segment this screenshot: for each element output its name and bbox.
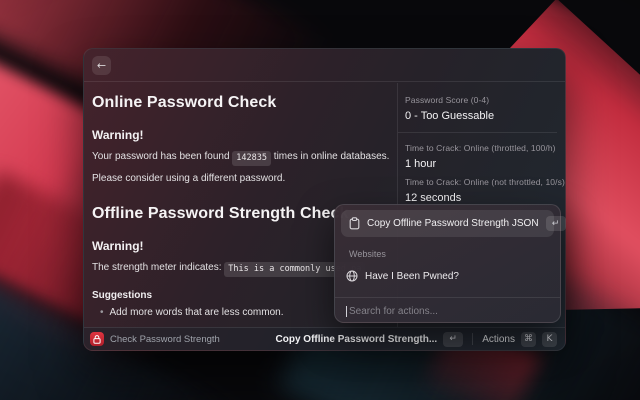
meter-prefix: The strength meter indicates: [92,262,222,273]
found-suffix: times in online databases. [274,151,390,162]
footer-divider [472,333,473,345]
online-warning-heading: Warning! [92,128,397,142]
footer-bar: Check Password Strength Copy Offline Pas… [84,327,565,350]
return-key-badge: ↵ [546,216,566,231]
metadata-label: Time to Crack: Online (not throttled, 10… [405,177,557,187]
clipboard-icon [349,217,360,230]
cmd-key-badge: ⌘ [521,332,536,347]
found-prefix: Your password has been found [92,151,230,162]
actions-button[interactable]: Actions [482,334,515,345]
online-found-line: Your password has been found 142835 time… [92,151,397,166]
metadata-value: 1 hour [405,158,557,170]
metadata-divider [398,132,557,133]
globe-icon [346,270,358,282]
action-item-label: Have I Been Pwned? [365,271,459,282]
online-check-heading: Online Password Check [92,94,397,112]
action-item-label: Copy Offline Password Strength JSON [367,218,539,229]
metadata-value: 12 seconds [405,192,557,204]
metadata-label: Time to Crack: Online (throttled, 100/h) [405,143,557,153]
bullet-dot: • [100,307,104,319]
text-caret [346,306,347,317]
actions-search-row [346,303,550,319]
action-item-have-i-been-pwned[interactable]: Have I Been Pwned? [346,266,459,286]
return-key-badge: ↵ [443,332,463,347]
back-button[interactable]: ← [92,56,111,75]
launcher-window: ← Online Password Check Warning! Your pa… [83,48,566,351]
suggestion-text: Add more words that are less common. [110,307,284,319]
popup-section-websites: Websites [349,249,386,259]
actions-search-input[interactable] [349,306,550,317]
found-count-badge: 142835 [232,151,271,166]
k-key-badge: K [542,332,557,347]
action-item-copy-json[interactable]: Copy Offline Password Strength JSON ↵ [341,210,554,237]
window-header: ← [84,49,565,82]
consider-line: Please consider using a different passwo… [92,173,397,185]
lock-icon [90,332,104,346]
primary-action-button[interactable]: Copy Offline Password Strength... [276,334,438,345]
popup-divider [335,297,560,298]
metadata-value: 0 - Too Guessable [405,110,557,122]
actions-popup: Copy Offline Password Strength JSON ↵ We… [334,204,561,323]
metadata-label: Password Score (0-4) [405,95,557,105]
extension-name: Check Password Strength [110,334,220,345]
